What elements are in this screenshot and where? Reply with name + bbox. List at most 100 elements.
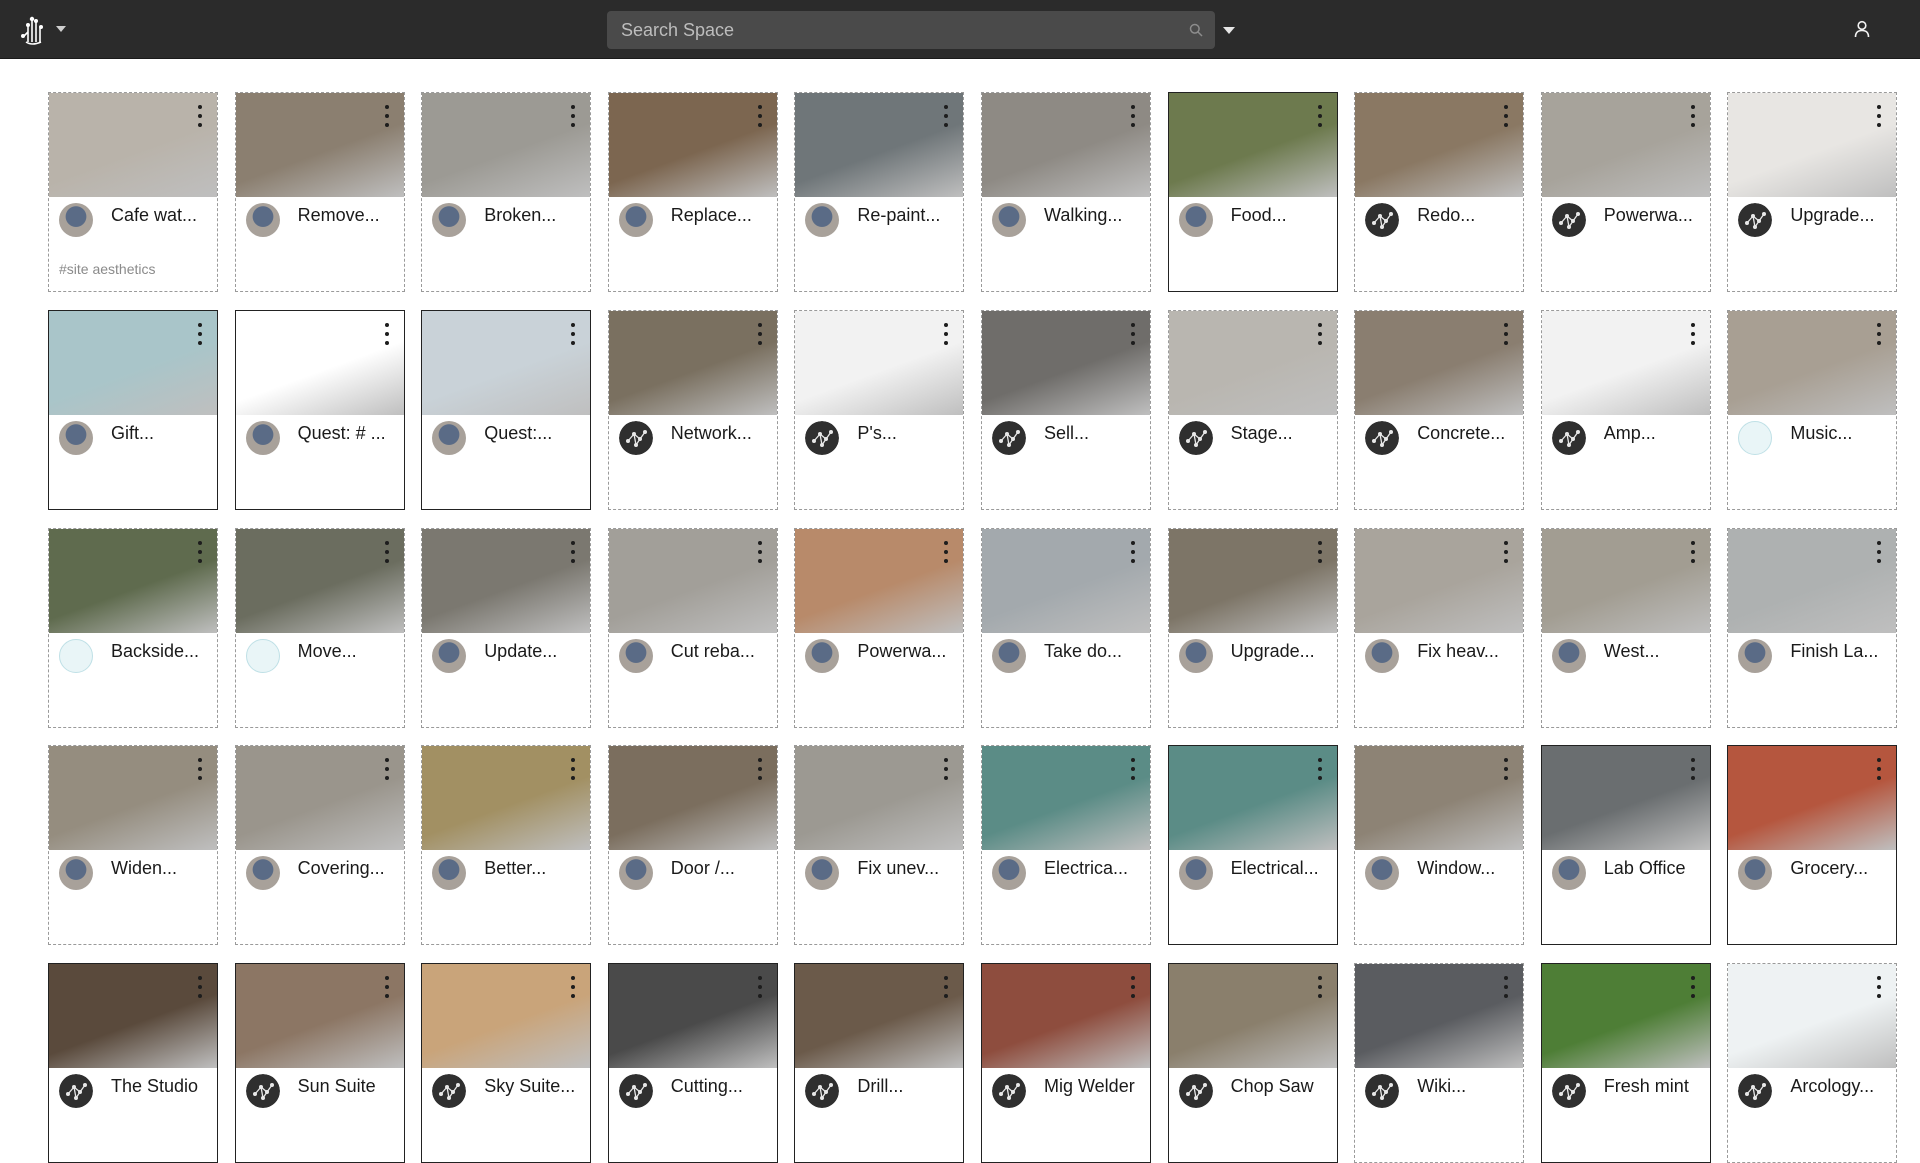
more-options-kebab-icon[interactable] bbox=[197, 105, 203, 127]
more-options-kebab-icon[interactable] bbox=[757, 105, 763, 127]
more-options-kebab-icon[interactable] bbox=[570, 540, 576, 563]
space-card[interactable]: Mig Welder bbox=[981, 963, 1151, 1163]
card-thumbnail-image[interactable] bbox=[1541, 310, 1710, 415]
user-photo-avatar[interactable] bbox=[805, 638, 840, 673]
more-options-kebab-icon[interactable] bbox=[1130, 976, 1136, 999]
more-options-kebab-icon[interactable] bbox=[943, 758, 949, 781]
card-thumbnail-image[interactable] bbox=[1541, 528, 1710, 633]
card-thumbnail-image[interactable] bbox=[235, 528, 404, 633]
card-thumbnail-image[interactable] bbox=[1355, 964, 1524, 1069]
space-card[interactable]: Move... bbox=[234, 527, 405, 728]
card-thumbnail-image[interactable] bbox=[1728, 964, 1897, 1069]
more-options-kebab-icon[interactable] bbox=[384, 322, 390, 345]
card-thumbnail-image[interactable] bbox=[1168, 310, 1337, 415]
network-avatar-icon[interactable] bbox=[1178, 1074, 1213, 1109]
space-card[interactable]: Network... bbox=[607, 309, 778, 510]
more-options-kebab-icon[interactable] bbox=[1503, 322, 1509, 345]
user-photo-avatar[interactable] bbox=[1738, 856, 1773, 891]
space-card[interactable]: Walking... bbox=[981, 92, 1151, 292]
more-options-kebab-icon[interactable] bbox=[384, 758, 390, 781]
card-thumbnail-image[interactable] bbox=[1355, 93, 1524, 197]
user-photo-avatar[interactable] bbox=[432, 420, 467, 455]
more-options-kebab-icon[interactable] bbox=[1690, 976, 1696, 999]
space-card[interactable]: West... bbox=[1540, 527, 1711, 728]
card-thumbnail-image[interactable] bbox=[422, 746, 591, 851]
more-options-kebab-icon[interactable] bbox=[1317, 976, 1323, 999]
more-options-kebab-icon[interactable] bbox=[943, 322, 949, 345]
user-photo-avatar[interactable] bbox=[432, 856, 467, 891]
card-thumbnail-image[interactable] bbox=[235, 964, 404, 1069]
card-thumbnail-image[interactable] bbox=[1728, 528, 1897, 633]
search-box[interactable] bbox=[607, 11, 1215, 49]
more-options-kebab-icon[interactable] bbox=[1317, 105, 1323, 127]
more-options-kebab-icon[interactable] bbox=[943, 105, 949, 127]
space-card[interactable]: The Studio bbox=[48, 963, 218, 1163]
card-thumbnail-image[interactable] bbox=[982, 964, 1150, 1069]
network-avatar-icon[interactable] bbox=[805, 420, 840, 455]
card-thumbnail-image[interactable] bbox=[49, 93, 217, 197]
user-photo-avatar[interactable] bbox=[245, 203, 280, 237]
card-tag[interactable]: #site aesthetics bbox=[59, 261, 156, 277]
network-avatar-icon[interactable] bbox=[1738, 1074, 1773, 1109]
card-thumbnail-image[interactable] bbox=[235, 746, 404, 851]
space-card[interactable]: Amp... bbox=[1540, 309, 1711, 510]
more-options-kebab-icon[interactable] bbox=[570, 976, 576, 999]
more-options-kebab-icon[interactable] bbox=[570, 322, 576, 345]
more-options-kebab-icon[interactable] bbox=[384, 976, 390, 999]
card-thumbnail-image[interactable] bbox=[49, 964, 217, 1069]
card-thumbnail-image[interactable] bbox=[49, 746, 217, 851]
space-card[interactable]: Fix heav... bbox=[1354, 527, 1525, 728]
space-card[interactable]: Concrete... bbox=[1354, 309, 1525, 510]
space-card[interactable]: Cut reba... bbox=[607, 527, 778, 728]
more-options-kebab-icon[interactable] bbox=[570, 105, 576, 127]
card-thumbnail-image[interactable] bbox=[235, 93, 404, 197]
card-thumbnail-image[interactable] bbox=[1541, 746, 1710, 851]
user-photo-avatar[interactable] bbox=[1178, 856, 1213, 891]
space-card[interactable]: Remove... bbox=[234, 92, 405, 292]
space-card[interactable]: Widen... bbox=[48, 745, 218, 946]
card-thumbnail-image[interactable] bbox=[422, 93, 591, 197]
space-card[interactable]: Sell... bbox=[981, 309, 1151, 510]
network-avatar-icon[interactable] bbox=[1178, 420, 1213, 455]
space-card[interactable]: Better... bbox=[421, 745, 592, 946]
card-thumbnail-image[interactable] bbox=[795, 310, 964, 415]
more-options-kebab-icon[interactable] bbox=[1876, 976, 1882, 999]
user-photo-avatar[interactable] bbox=[1178, 203, 1213, 237]
space-card[interactable]: Food... bbox=[1167, 92, 1338, 292]
space-card[interactable]: Fix unev... bbox=[794, 745, 965, 946]
user-photo-avatar[interactable] bbox=[992, 203, 1026, 237]
user-photo-avatar[interactable] bbox=[1365, 638, 1400, 673]
card-thumbnail-image[interactable] bbox=[422, 964, 591, 1069]
card-thumbnail-image[interactable] bbox=[1728, 310, 1897, 415]
org-logo-avatar[interactable] bbox=[245, 638, 280, 673]
user-photo-avatar[interactable] bbox=[1551, 638, 1586, 673]
network-avatar-icon[interactable] bbox=[1365, 1074, 1400, 1109]
space-card[interactable]: Upgrade... bbox=[1167, 527, 1338, 728]
user-photo-avatar[interactable] bbox=[618, 203, 653, 237]
more-options-kebab-icon[interactable] bbox=[757, 540, 763, 563]
user-photo-avatar[interactable] bbox=[245, 856, 280, 891]
org-logo-avatar[interactable] bbox=[1738, 420, 1773, 455]
network-avatar-icon[interactable] bbox=[1738, 203, 1773, 237]
user-photo-avatar[interactable] bbox=[1551, 856, 1586, 891]
space-card[interactable]: Quest:... bbox=[421, 309, 592, 510]
card-thumbnail-image[interactable] bbox=[49, 528, 217, 633]
space-card[interactable]: Finish La... bbox=[1727, 527, 1898, 728]
network-avatar-icon[interactable] bbox=[432, 1074, 467, 1109]
user-photo-avatar[interactable] bbox=[992, 856, 1026, 891]
more-options-kebab-icon[interactable] bbox=[197, 758, 203, 781]
space-card[interactable]: Arcology... bbox=[1727, 963, 1898, 1163]
space-card[interactable]: Backside... bbox=[48, 527, 218, 728]
more-options-kebab-icon[interactable] bbox=[1503, 976, 1509, 999]
more-options-kebab-icon[interactable] bbox=[1130, 758, 1136, 781]
more-options-kebab-icon[interactable] bbox=[1130, 540, 1136, 563]
network-avatar-icon[interactable] bbox=[1551, 1074, 1586, 1109]
card-thumbnail-image[interactable] bbox=[795, 746, 964, 851]
more-options-kebab-icon[interactable] bbox=[1690, 758, 1696, 781]
card-thumbnail-image[interactable] bbox=[1355, 310, 1524, 415]
card-thumbnail-image[interactable] bbox=[1168, 964, 1337, 1069]
user-photo-avatar[interactable] bbox=[805, 856, 840, 891]
more-options-kebab-icon[interactable] bbox=[1317, 758, 1323, 781]
space-card[interactable]: Stage... bbox=[1167, 309, 1338, 510]
card-thumbnail-image[interactable] bbox=[795, 964, 964, 1069]
